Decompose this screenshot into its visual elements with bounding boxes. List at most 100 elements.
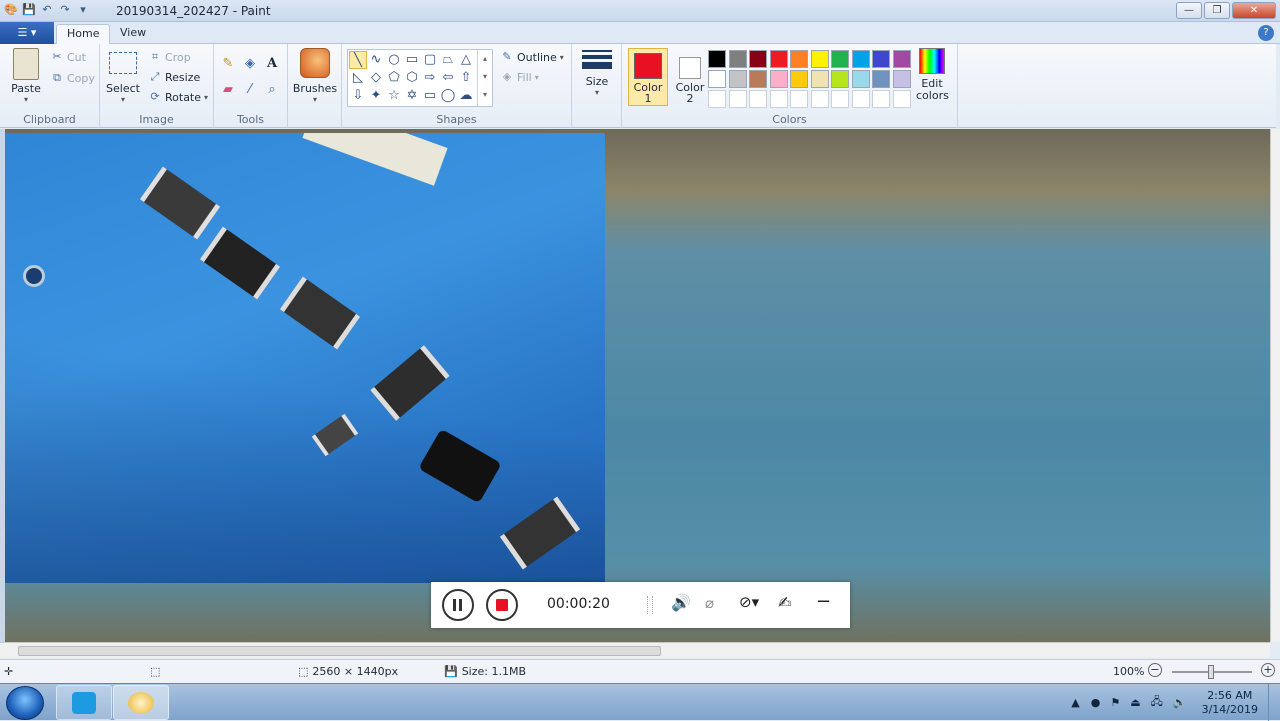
palette-swatch[interactable] (892, 50, 911, 68)
palette-swatch[interactable] (790, 70, 808, 88)
minimize-recorder-icon[interactable]: − (816, 591, 831, 612)
palette-swatch[interactable] (851, 50, 870, 68)
file-menu-button[interactable]: ☰ ▾ (0, 22, 54, 44)
text-icon[interactable]: A (262, 54, 282, 74)
maximize-button[interactable]: ❐ (1204, 2, 1230, 19)
help-icon[interactable]: ? (1258, 25, 1274, 41)
webcam-muted-icon[interactable]: ⊘▾ (739, 593, 759, 611)
size-button[interactable]: Size ▾ (578, 50, 616, 97)
redo-icon[interactable]: ↷ (58, 3, 72, 17)
save-icon[interactable]: 💾 (22, 3, 36, 17)
start-button[interactable] (6, 686, 44, 720)
palette-swatch[interactable] (872, 90, 890, 108)
polygon-shape-icon[interactable]: ⏢ (439, 51, 457, 69)
pen-annotate-icon[interactable]: ✍ (778, 593, 791, 612)
palette-swatch[interactable] (810, 90, 829, 108)
right-triangle-shape-icon[interactable]: ◺ (349, 69, 367, 87)
palette-swatch[interactable] (728, 70, 747, 88)
palette-swatch[interactable] (892, 90, 911, 108)
palette-swatch[interactable] (872, 70, 890, 88)
brushes-button[interactable]: Brushes ▾ (292, 48, 338, 104)
palette-swatch[interactable] (769, 90, 788, 108)
palette-swatch[interactable] (831, 90, 849, 108)
show-desktop-button[interactable] (1268, 684, 1280, 721)
six-point-star-shape-icon[interactable]: ✡ (403, 87, 421, 105)
edit-colors-button[interactable]: Edit colors (910, 48, 954, 102)
close-button[interactable]: ✕ (1232, 2, 1276, 19)
palette-swatch[interactable] (831, 50, 849, 68)
network-icon[interactable]: 🖧 (1146, 693, 1168, 712)
four-point-star-shape-icon[interactable]: ✦ (367, 87, 385, 105)
drag-handle-icon[interactable] (647, 596, 653, 614)
oval-callout-shape-icon[interactable]: ◯ (439, 87, 457, 105)
shapes-scroll[interactable]: ▴ ▾ ▾ (477, 50, 492, 106)
zoom-slider-thumb[interactable] (1208, 665, 1214, 679)
clock[interactable]: 2:56 AM 3/14/2019 (1192, 689, 1268, 717)
diamond-shape-icon[interactable]: ◇ (367, 69, 385, 87)
safely-remove-icon[interactable]: ⏏ (1125, 696, 1145, 709)
color-picker-icon[interactable]: ⁄ (240, 80, 260, 100)
action-center-icon[interactable]: ⚑ (1105, 696, 1125, 709)
oval-shape-icon[interactable]: ○ (385, 51, 403, 69)
color2-button[interactable]: Color 2 (670, 48, 710, 106)
fill-bucket-icon[interactable]: ◈ (240, 54, 260, 74)
palette-swatch[interactable] (790, 50, 808, 68)
customize-qat-icon[interactable]: ▾ (76, 3, 90, 17)
palette-swatch[interactable] (790, 90, 808, 108)
eraser-icon[interactable]: ▰ (218, 80, 238, 100)
copy-button[interactable]: ⧉ Copy (50, 71, 95, 85)
hexagon-shape-icon[interactable]: ⬡ (403, 69, 421, 87)
palette-swatch[interactable] (708, 90, 726, 108)
cloud-callout-shape-icon[interactable]: ☁ (457, 87, 475, 105)
palette-swatch[interactable] (728, 50, 747, 68)
pause-button[interactable] (442, 589, 474, 621)
zoom-out-button[interactable]: − (1148, 663, 1162, 677)
palette-swatch[interactable] (749, 50, 767, 68)
palette-swatch[interactable] (851, 90, 870, 108)
outline-button[interactable]: ✎ Outline ▾ (500, 50, 563, 64)
select-button[interactable]: Select ▾ (106, 50, 140, 104)
taskbar-paint-app[interactable] (113, 685, 169, 720)
speaker-icon[interactable]: 🔊 (671, 593, 691, 612)
palette-swatch[interactable] (708, 50, 726, 68)
tab-home[interactable]: Home (56, 24, 111, 44)
fill-button[interactable]: ◈ Fill ▾ (500, 70, 539, 84)
undo-icon[interactable]: ↶ (40, 3, 54, 17)
pentagon-shape-icon[interactable]: ⬠ (385, 69, 403, 87)
palette-swatch[interactable] (769, 70, 788, 88)
palette-swatch[interactable] (851, 70, 870, 88)
zoom-in-button[interactable]: + (1261, 663, 1275, 677)
horizontal-scroll-thumb[interactable] (18, 646, 661, 656)
taskbar-recorder-app[interactable] (56, 685, 112, 720)
rounded-rectangle-shape-icon[interactable]: ▢ (421, 51, 439, 69)
cut-button[interactable]: ✂ Cut (50, 50, 86, 64)
rectangle-shape-icon[interactable]: ▭ (403, 51, 421, 69)
five-point-star-shape-icon[interactable]: ☆ (385, 87, 403, 105)
palette-swatch[interactable] (749, 70, 767, 88)
palette-swatch[interactable] (728, 90, 747, 108)
triangle-shape-icon[interactable]: △ (457, 51, 475, 69)
zoom-slider[interactable] (1172, 665, 1252, 679)
magnifier-icon[interactable]: ⌕ (262, 80, 282, 100)
horizontal-scrollbar[interactable] (0, 642, 1270, 658)
color1-button[interactable]: Color 1 (628, 48, 668, 106)
show-hidden-icons-icon[interactable]: ▲ (1065, 696, 1085, 709)
curve-shape-icon[interactable]: ∿ (367, 51, 385, 69)
rotate-button[interactable]: ⟳ Rotate ▾ (148, 90, 208, 104)
tray-app-icon[interactable]: ● (1086, 696, 1106, 709)
canvas-viewport[interactable] (0, 129, 1270, 642)
down-arrow-shape-icon[interactable]: ⇩ (349, 87, 367, 105)
tab-view[interactable]: View (110, 24, 156, 44)
resize-button[interactable]: ⤢ Resize (148, 70, 201, 84)
microphone-muted-icon[interactable]: ⌀ (705, 594, 714, 612)
palette-swatch[interactable] (810, 50, 829, 68)
right-arrow-shape-icon[interactable]: ⇨ (421, 69, 439, 87)
up-arrow-shape-icon[interactable]: ⇧ (457, 69, 475, 87)
palette-swatch[interactable] (708, 70, 726, 88)
line-shape-icon[interactable]: ╲ (349, 51, 367, 69)
vertical-scrollbar[interactable] (1270, 129, 1280, 642)
palette-swatch[interactable] (749, 90, 767, 108)
stop-button[interactable] (486, 589, 518, 621)
palette-swatch[interactable] (892, 70, 911, 88)
rect-callout-shape-icon[interactable]: ▭ (421, 87, 439, 105)
